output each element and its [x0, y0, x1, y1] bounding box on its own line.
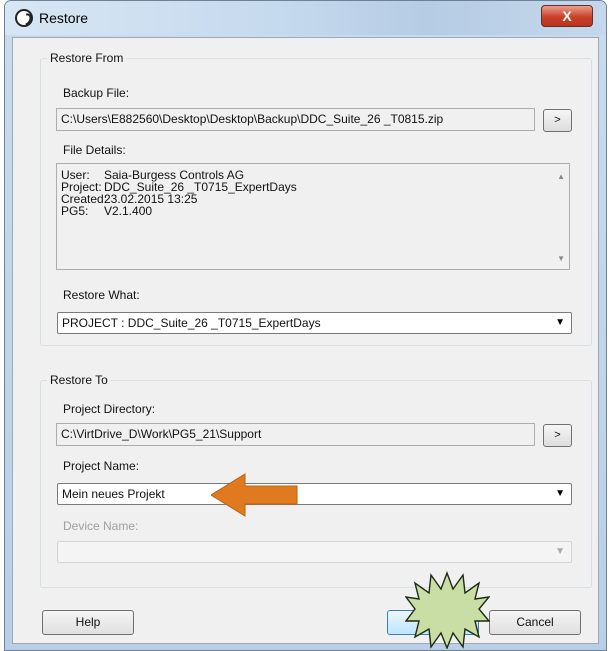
scroll-up-icon[interactable]: ▲: [557, 172, 565, 181]
close-button[interactable]: X: [541, 5, 593, 27]
device-name-label: Device Name:: [63, 519, 139, 533]
starburst-shape: [405, 571, 490, 649]
restore-what-value: PROJECT : DDC_Suite_26 _T0715_ExpertDays: [62, 316, 321, 330]
backup-file-label: Backup File:: [63, 86, 130, 100]
chevron-down-icon[interactable]: ▼: [555, 542, 565, 562]
directory-browse-button[interactable]: >: [543, 424, 572, 447]
project-name-label: Project Name:: [63, 459, 140, 473]
details-row-created: Created: 23.02.2015 13:25: [61, 192, 198, 206]
details-row-pg5: PG5: V2.1.400: [61, 204, 153, 218]
chevron-down-icon[interactable]: ▼: [555, 484, 565, 504]
project-directory-label: Project Directory:: [63, 402, 156, 416]
backup-browse-button[interactable]: >: [543, 109, 572, 132]
orange-arrow-annotation: [211, 473, 298, 517]
restore-what-label: Restore What:: [63, 288, 140, 302]
file-details-list: User: Saia-Burgess Controls AG Project: …: [61, 169, 297, 217]
backup-file-field[interactable]: C:\Users\E882560\Desktop\Desktop\Backup\…: [56, 108, 535, 131]
restore-to-legend: Restore To: [47, 373, 111, 387]
help-button[interactable]: Help: [42, 610, 134, 635]
restore-from-legend: Restore From: [47, 51, 127, 65]
project-name-value: Mein neues Projekt: [62, 487, 165, 501]
cancel-button[interactable]: Cancel: [489, 610, 581, 635]
app-icon: [15, 9, 33, 27]
title-bar: Restore X: [5, 1, 606, 35]
arrow-shape: [211, 473, 298, 517]
chevron-down-icon[interactable]: ▼: [555, 313, 565, 333]
device-name-combo[interactable]: ▼: [57, 541, 572, 563]
file-details-label: File Details:: [63, 143, 126, 157]
file-details-box: User: Saia-Burgess Controls AG Project: …: [56, 163, 570, 270]
dialog-client: Restore From Backup File: C:\Users\E8825…: [12, 37, 599, 644]
project-directory-field[interactable]: C:\VirtDrive_D\Work\PG5_21\Support: [56, 423, 535, 446]
restore-what-select[interactable]: PROJECT : DDC_Suite_26 _T0715_ExpertDays…: [57, 312, 572, 334]
scroll-down-icon[interactable]: ▼: [557, 254, 565, 263]
restore-dialog: Restore X Restore From Backup File: C:\U…: [4, 0, 607, 651]
starburst-annotation: [405, 571, 490, 649]
project-name-combo[interactable]: Mein neues Projekt ▼: [57, 483, 572, 505]
window-title: Restore: [39, 10, 89, 26]
